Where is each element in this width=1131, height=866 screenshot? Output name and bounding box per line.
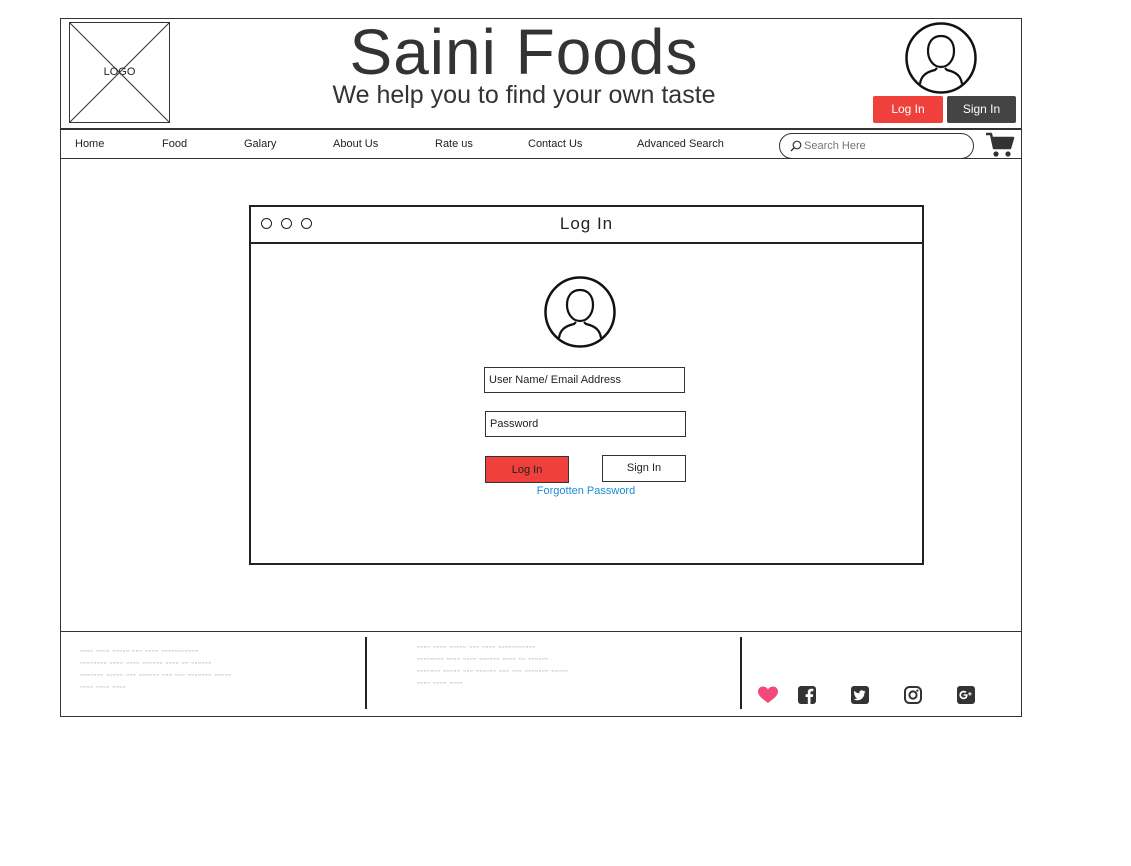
forgotten-password-link[interactable]: Forgotten Password xyxy=(501,485,671,497)
twitter-icon[interactable] xyxy=(851,686,869,704)
nav-item-galary[interactable]: Galary xyxy=(244,138,276,150)
search-box[interactable] xyxy=(779,133,974,159)
main-nav: Home Food Galary About Us Rate us Contac… xyxy=(61,128,1021,159)
site-tagline: We help you to find your own taste xyxy=(332,81,716,109)
signin-button[interactable]: Sign In xyxy=(947,96,1016,123)
google-plus-icon[interactable] xyxy=(957,686,975,704)
window-title: Log In xyxy=(559,214,614,233)
footer-text-col1: ᵕᵕᵕᵕ ᵕᵕᵕᵕ ᵕᵕᵕᵕᵕ ᵕᵕᵕ ᵕᵕᵕᵕ ᵕᵕᵕᵕᵕᵕᵕᵕᵕᵕᵕ ᵕᵕᵕ… xyxy=(80,646,360,694)
search-input[interactable] xyxy=(804,138,964,154)
nav-item-food[interactable]: Food xyxy=(162,138,187,150)
footer-text-line: ᵕᵕᵕᵕᵕᵕᵕ ᵕᵕᵕᵕᵕ ᵕᵕᵕ ᵕᵕᵕᵕᵕᵕ ᵕᵕᵕ ᵕᵕᵕ ᵕᵕᵕᵕᵕᵕᵕ… xyxy=(80,672,232,680)
footer-text-line: ᵕᵕᵕᵕᵕᵕᵕ ᵕᵕᵕᵕᵕ ᵕᵕᵕ ᵕᵕᵕᵕᵕᵕ ᵕᵕᵕ ᵕᵕᵕ ᵕᵕᵕᵕᵕᵕᵕ… xyxy=(417,668,569,676)
footer-text-line: ᵕᵕᵕᵕ ᵕᵕᵕᵕ ᵕᵕᵕᵕ xyxy=(80,684,127,692)
nav-item-contact-us[interactable]: Contact Us xyxy=(528,138,582,150)
footer-divider xyxy=(365,637,367,709)
login-submit-button[interactable]: Log In xyxy=(485,456,569,483)
footer: ᵕᵕᵕᵕ ᵕᵕᵕᵕ ᵕᵕᵕᵕᵕ ᵕᵕᵕ ᵕᵕᵕᵕ ᵕᵕᵕᵕᵕᵕᵕᵕᵕᵕᵕ ᵕᵕᵕ… xyxy=(61,631,1021,716)
nav-item-home[interactable]: Home xyxy=(75,138,104,150)
window-titlebar: Log In xyxy=(251,207,922,244)
footer-text-col2: ᵕᵕᵕᵕ ᵕᵕᵕᵕ ᵕᵕᵕᵕᵕ ᵕᵕᵕ ᵕᵕᵕᵕ ᵕᵕᵕᵕᵕᵕᵕᵕᵕᵕᵕ ᵕᵕᵕ… xyxy=(417,642,697,690)
page-frame: LOGO Saini Foods We help you to find you… xyxy=(60,18,1022,717)
logo-placeholder[interactable]: LOGO xyxy=(69,22,170,123)
login-button[interactable]: Log In xyxy=(873,96,943,123)
footer-text-line: ᵕᵕᵕᵕᵕᵕᵕᵕ ᵕᵕᵕᵕ ᵕᵕᵕᵕ ᵕᵕᵕᵕᵕᵕ ᵕᵕᵕᵕ ᵕᵕ ᵕᵕᵕᵕᵕᵕ xyxy=(417,656,549,664)
nav-item-rate-us[interactable]: Rate us xyxy=(435,138,473,150)
nav-item-advanced-search[interactable]: Advanced Search xyxy=(637,138,724,150)
password-field[interactable]: Password xyxy=(485,411,686,437)
nav-item-about-us[interactable]: About Us xyxy=(333,138,378,150)
footer-text-line: ᵕᵕᵕᵕ ᵕᵕᵕᵕ ᵕᵕᵕᵕᵕ ᵕᵕᵕ ᵕᵕᵕᵕ ᵕᵕᵕᵕᵕᵕᵕᵕᵕᵕᵕ xyxy=(80,648,199,656)
footer-divider xyxy=(740,637,742,709)
site-title: Saini Foods xyxy=(349,16,699,88)
search-icon xyxy=(790,140,802,152)
footer-text-line: ᵕᵕᵕᵕ ᵕᵕᵕᵕ ᵕᵕᵕᵕᵕ ᵕᵕᵕ ᵕᵕᵕᵕ ᵕᵕᵕᵕᵕᵕᵕᵕᵕᵕᵕ xyxy=(417,644,536,652)
user-avatar-icon[interactable] xyxy=(905,22,977,94)
signin-button-modal[interactable]: Sign In xyxy=(602,455,686,482)
footer-text-line: ᵕᵕᵕᵕᵕᵕᵕᵕ ᵕᵕᵕᵕ ᵕᵕᵕᵕ ᵕᵕᵕᵕᵕᵕ ᵕᵕᵕᵕ ᵕᵕ ᵕᵕᵕᵕᵕᵕ xyxy=(80,660,212,668)
login-window: Log In User Name/ Email Address Password… xyxy=(249,205,924,565)
heart-icon[interactable] xyxy=(757,686,779,704)
login-avatar-icon xyxy=(544,276,616,348)
instagram-icon[interactable] xyxy=(904,686,922,704)
facebook-icon[interactable] xyxy=(798,686,816,704)
footer-text-line: ᵕᵕᵕᵕ ᵕᵕᵕᵕ ᵕᵕᵕᵕ xyxy=(417,680,464,688)
username-field[interactable]: User Name/ Email Address xyxy=(484,367,685,393)
shopping-cart-icon[interactable] xyxy=(985,132,1015,158)
logo-label: LOGO xyxy=(103,66,136,78)
